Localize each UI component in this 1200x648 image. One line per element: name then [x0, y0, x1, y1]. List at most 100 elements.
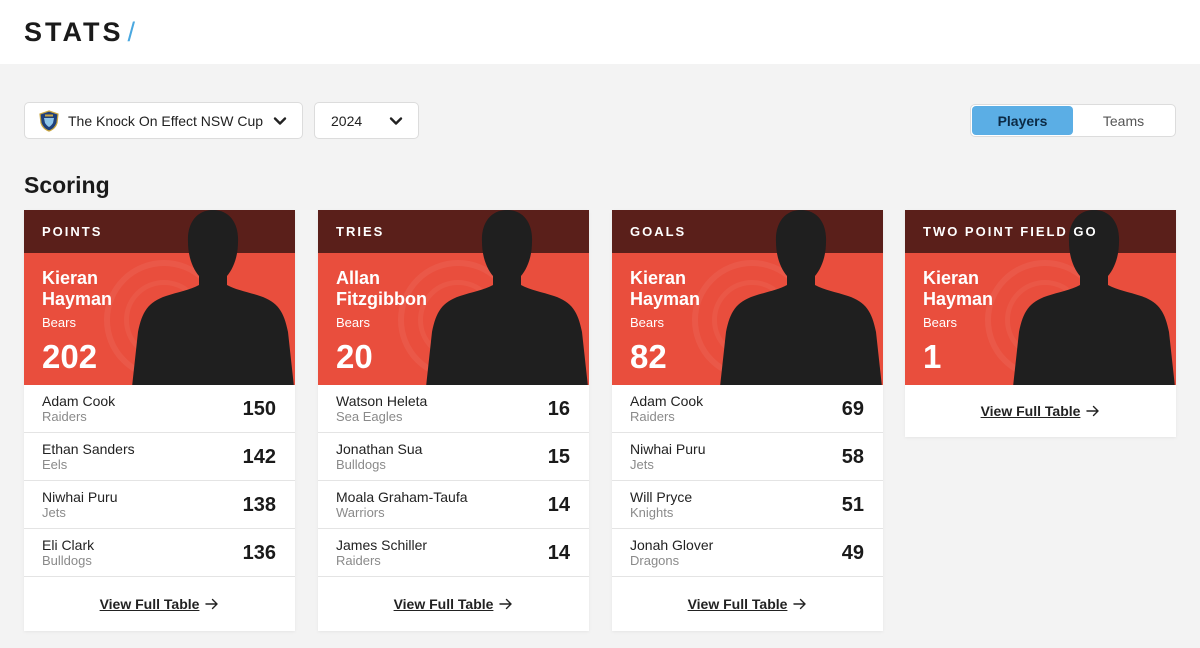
leader-value: 1	[923, 338, 942, 375]
card-hero: TWO POINT FIELD GO Kieran Hayman Bears 1	[905, 210, 1176, 385]
year-select[interactable]: 2024	[314, 102, 419, 139]
leader-value: 202	[42, 338, 98, 375]
teams-tab[interactable]: Teams	[1073, 106, 1174, 135]
card-hero: TRIES Allan Fitzgibbon Bears 20	[318, 210, 589, 385]
player-team: Raiders	[42, 409, 87, 424]
player-silhouette-icon	[132, 210, 294, 385]
table-row[interactable]: Jonah Glover Dragons 49	[612, 529, 883, 577]
page-title: STATS /	[24, 17, 136, 47]
top-bar: STATS /	[0, 0, 1200, 64]
player-name[interactable]: Niwhai Puru	[630, 441, 705, 457]
table-row[interactable]: Will Pryce Knights 51	[612, 481, 883, 529]
title-slash: /	[127, 17, 136, 47]
card-label: GOALS	[630, 224, 687, 239]
leader-name[interactable]: Kieran Hayman	[923, 268, 1023, 310]
view-full-table-label: View Full Table	[99, 596, 200, 612]
table-row[interactable]: Adam Cook Raiders 69	[612, 385, 883, 433]
player-team: Jets	[630, 457, 654, 472]
leader-team: Bears	[630, 315, 664, 330]
player-name[interactable]: Adam Cook	[42, 393, 115, 409]
player-name[interactable]: Niwhai Puru	[42, 489, 117, 505]
player-value: 49	[841, 542, 864, 564]
competition-logo-icon	[39, 109, 59, 132]
leader-team: Bears	[336, 315, 370, 330]
leader-team: Bears	[923, 315, 957, 330]
player-value: 142	[242, 446, 276, 468]
table-row[interactable]: Niwhai Puru Jets 138	[24, 481, 295, 529]
player-team: Jets	[42, 505, 66, 520]
player-silhouette-icon	[426, 210, 588, 385]
stat-card-goals: GOALS Kieran Hayman Bears 82 Adam Cook Raider…	[612, 210, 883, 631]
view-full-table-link[interactable]: View Full Table	[612, 577, 883, 631]
arrow-right-icon	[205, 598, 219, 610]
player-name[interactable]: Jonathan Sua	[336, 441, 422, 457]
player-team: Raiders	[630, 409, 675, 424]
player-name[interactable]: Ethan Sanders	[42, 441, 135, 457]
player-value: 138	[242, 494, 276, 516]
arrow-right-icon	[793, 598, 807, 610]
card-label: POINTS	[42, 224, 103, 239]
leader-name[interactable]: Kieran Hayman	[42, 268, 142, 310]
player-team: Bulldogs	[336, 457, 386, 472]
player-name[interactable]: Will Pryce	[630, 489, 692, 505]
table-row[interactable]: Eli Clark Bulldogs 136	[24, 529, 295, 577]
view-full-table-link[interactable]: View Full Table	[318, 577, 589, 631]
arrow-right-icon	[499, 598, 513, 610]
player-team: Dragons	[630, 553, 680, 568]
table-row[interactable]: Ethan Sanders Eels 142	[24, 433, 295, 481]
card-hero: POINTS Kieran Hayman Bears 202	[24, 210, 295, 385]
player-team: Sea Eagles	[336, 409, 403, 424]
competition-select[interactable]: The Knock On Effect NSW Cup	[24, 102, 303, 139]
player-value: 15	[547, 446, 570, 468]
players-teams-toggle: Players Teams	[970, 104, 1176, 137]
player-value: 14	[547, 542, 570, 564]
player-team: Warriors	[336, 505, 385, 520]
player-value: 150	[242, 398, 276, 420]
table-row[interactable]: Niwhai Puru Jets 58	[612, 433, 883, 481]
competition-select-value: The Knock On Effect NSW Cup	[68, 112, 264, 129]
view-full-table-label: View Full Table	[980, 403, 1081, 419]
player-value: 14	[547, 494, 570, 516]
player-name[interactable]: James Schiller	[336, 537, 427, 553]
player-value: 69	[841, 398, 864, 420]
player-team: Eels	[42, 457, 68, 472]
leader-value: 20	[336, 338, 373, 375]
leader-value: 82	[630, 338, 667, 375]
table-row[interactable]: Adam Cook Raiders 150	[24, 385, 295, 433]
year-select-value: 2024	[331, 112, 363, 129]
stat-card-points: POINTS Kieran Hayman Bears 202 Adam Cook Raid…	[24, 210, 295, 631]
view-full-table-link[interactable]: View Full Table	[24, 577, 295, 631]
leader-team: Bears	[42, 315, 76, 330]
card-label: TWO POINT FIELD GO	[923, 224, 1098, 239]
player-team: Bulldogs	[42, 553, 92, 568]
players-tab[interactable]: Players	[972, 106, 1073, 135]
player-name[interactable]: Adam Cook	[630, 393, 703, 409]
card-hero: GOALS Kieran Hayman Bears 82	[612, 210, 883, 385]
stat-card-two-point-field-go: TWO POINT FIELD GO Kieran Hayman Bears 1 Vie…	[905, 210, 1176, 437]
player-team: Knights	[630, 505, 674, 520]
table-row[interactable]: James Schiller Raiders 14	[318, 529, 589, 577]
chevron-down-icon	[389, 117, 403, 125]
view-full-table-link[interactable]: View Full Table	[905, 385, 1176, 437]
player-value: 16	[547, 398, 570, 420]
view-full-table-label: View Full Table	[687, 596, 788, 612]
leader-name[interactable]: Kieran Hayman	[630, 268, 730, 310]
player-value: 136	[242, 542, 276, 564]
card-label: TRIES	[336, 224, 385, 239]
table-row[interactable]: Jonathan Sua Bulldogs 15	[318, 433, 589, 481]
player-name[interactable]: Moala Graham-Taufa	[336, 489, 468, 505]
player-name[interactable]: Eli Clark	[42, 537, 94, 553]
player-name[interactable]: Jonah Glover	[630, 537, 713, 553]
leader-name[interactable]: Allan Fitzgibbon	[336, 268, 436, 310]
player-value: 58	[841, 446, 864, 468]
arrow-right-icon	[1086, 405, 1100, 417]
stat-card-tries: TRIES Allan Fitzgibbon Bears 20 Watson Helet…	[318, 210, 589, 631]
section-title: Scoring	[24, 172, 110, 198]
table-row[interactable]: Moala Graham-Taufa Warriors 14	[318, 481, 589, 529]
table-row[interactable]: Watson Heleta Sea Eagles 16	[318, 385, 589, 433]
view-full-table-label: View Full Table	[393, 596, 494, 612]
player-team: Raiders	[336, 553, 381, 568]
chevron-down-icon	[273, 117, 287, 125]
player-name[interactable]: Watson Heleta	[336, 393, 427, 409]
player-silhouette-icon	[720, 210, 882, 385]
